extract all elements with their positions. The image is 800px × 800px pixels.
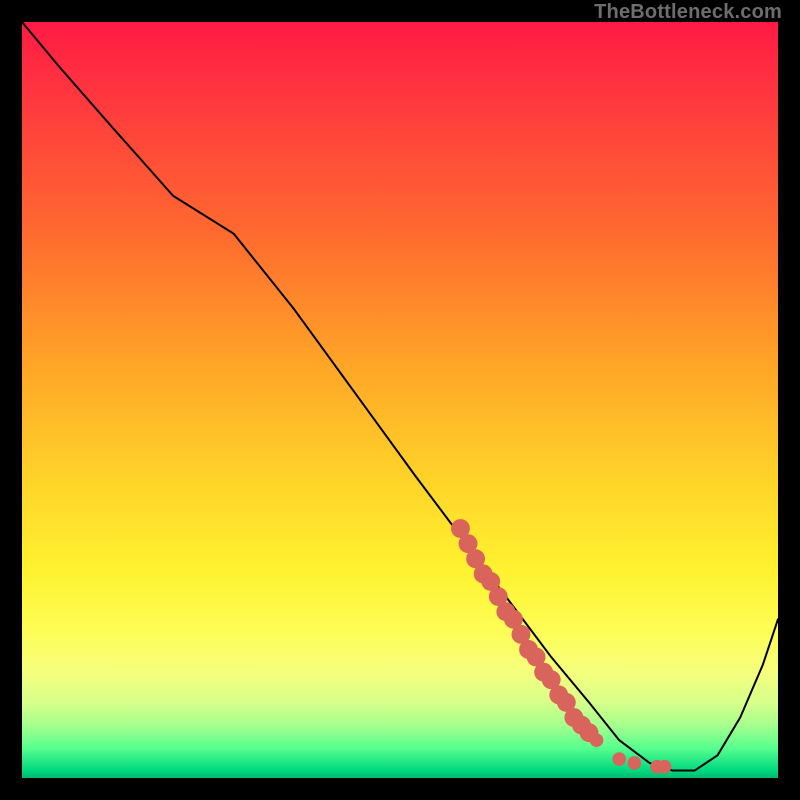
chart-container: { "attribution": "TheBottleneck.com", "c… — [0, 0, 800, 800]
highlight-dot — [658, 760, 672, 774]
attribution-text: TheBottleneck.com — [594, 1, 782, 24]
highlight-dot — [628, 756, 642, 770]
highlight-dot — [590, 733, 604, 747]
highlight-dots — [451, 519, 671, 773]
curve-line — [22, 22, 778, 770]
highlight-dot — [612, 752, 626, 766]
chart-svg — [22, 22, 778, 778]
